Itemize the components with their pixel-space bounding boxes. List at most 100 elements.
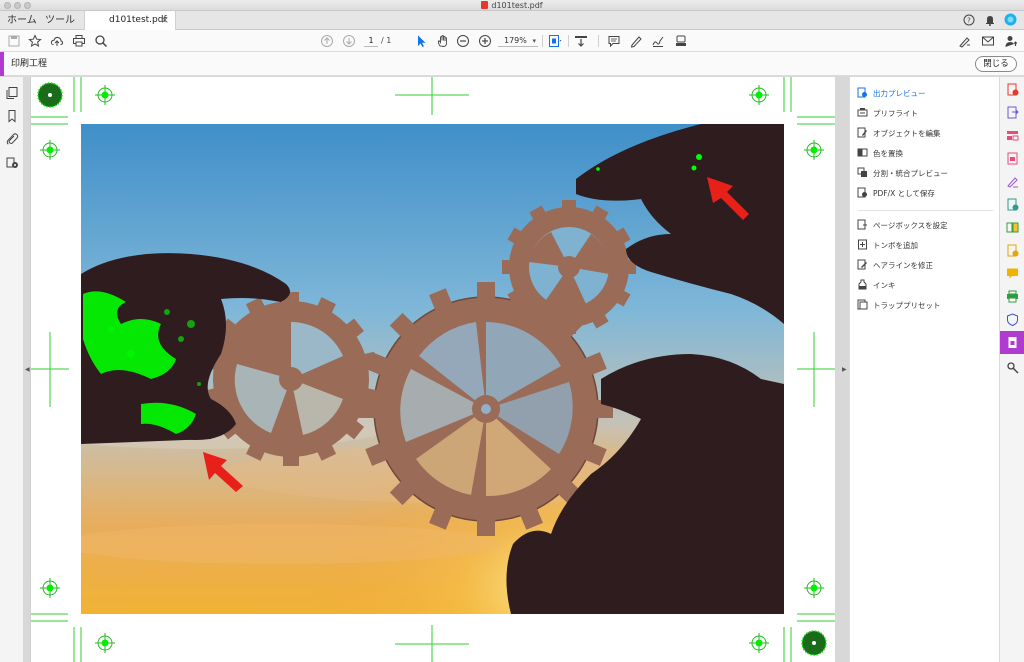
fit-page-icon[interactable] (548, 34, 562, 48)
left-navigation-pane (0, 77, 24, 662)
save-pdfx-icon (857, 187, 868, 198)
help-icon[interactable]: ? (963, 14, 975, 29)
comment-icon[interactable] (607, 34, 621, 48)
tool-trap-presets[interactable]: トラッププリセット (857, 299, 941, 313)
close-tab-icon[interactable]: × (161, 11, 169, 30)
save-icon[interactable] (7, 34, 21, 48)
replace-color-icon (857, 147, 868, 158)
layers-settings-icon[interactable] (5, 155, 19, 169)
tool-preflight[interactable]: プリフライト (857, 107, 918, 121)
preflight-icon (857, 107, 868, 118)
pdf-file-icon (481, 1, 489, 9)
tool-label: オブジェクトを編集 (873, 129, 941, 138)
select-cursor-icon[interactable] (414, 34, 428, 48)
toolbar-divider (568, 35, 569, 47)
trap-presets-icon (857, 299, 868, 310)
tool-label: PDF/X として保存 (873, 189, 935, 198)
next-page-icon[interactable] (342, 34, 356, 48)
tab-tools[interactable]: ツール (45, 11, 75, 30)
create-pdf-icon[interactable] (1006, 83, 1019, 96)
bookmark-icon[interactable] (5, 109, 19, 123)
star-icon[interactable] (28, 34, 42, 48)
comment-tool-icon[interactable] (1006, 267, 1019, 280)
document-tab-label: d101test.pdf (109, 15, 167, 25)
tab-document[interactable]: d101test.pdf × (84, 11, 176, 31)
tool-label: ヘアラインを修正 (873, 261, 933, 270)
previous-page-icon[interactable] (320, 34, 334, 48)
print-production-panel: 出力プレビュー プリフライト オブジェクトを編集 色を置換 分割・統合プレビュー… (849, 77, 999, 662)
set-page-boxes-icon (857, 219, 868, 230)
tool-label: プリフライト (873, 109, 918, 118)
tool-edit-object[interactable]: オブジェクトを編集 (857, 127, 941, 141)
zoom-level-select[interactable]: 179% ▾ (498, 35, 538, 47)
fill-sign-icon[interactable] (958, 34, 972, 48)
page-number-input[interactable]: 1 (364, 35, 378, 47)
tool-label: インキ (873, 281, 896, 290)
close-tool-button[interactable]: 閉じる (975, 56, 1017, 72)
tab-home[interactable]: ホーム (7, 11, 37, 30)
avatar[interactable] (1004, 13, 1017, 29)
attachment-icon[interactable] (5, 132, 19, 146)
toolbar-divider (598, 35, 599, 47)
edit-pdf-icon[interactable] (1006, 152, 1019, 165)
collapse-right-pane-icon[interactable]: ▶ (842, 365, 847, 375)
panel-divider (858, 210, 993, 211)
print-tool-icon[interactable] (1006, 290, 1019, 303)
tool-output-preview[interactable]: 出力プレビュー (857, 87, 926, 101)
print-icon[interactable] (72, 34, 86, 48)
gears-photo (81, 124, 784, 614)
protect-shield-icon[interactable] (1006, 313, 1019, 326)
sign-icon[interactable] (651, 34, 665, 48)
organize-pages-icon[interactable] (1006, 129, 1019, 142)
tool-label: 出力プレビュー (873, 89, 926, 98)
edit-object-icon (857, 127, 868, 138)
hand-tool-icon[interactable] (436, 34, 450, 48)
tool-accent-bar (0, 52, 4, 76)
tool-add-printer-marks[interactable]: トンボを追加 (857, 239, 918, 253)
flattener-preview-icon (857, 167, 868, 178)
rich-media-icon[interactable] (1006, 244, 1019, 257)
toolbar-divider (542, 35, 543, 47)
stamp-icon[interactable] (674, 34, 688, 48)
print-production-header: 印刷工程 閉じる (0, 52, 1024, 76)
tool-set-page-boxes[interactable]: ページボックスを設定 (857, 219, 948, 233)
share-user-icon[interactable] (1004, 34, 1018, 48)
zoom-out-icon[interactable] (456, 34, 470, 48)
highlight-pen-icon[interactable] (629, 34, 643, 48)
tool-label: トンボを追加 (873, 241, 918, 250)
document-canvas[interactable] (30, 77, 835, 662)
output-preview-icon (857, 87, 868, 98)
tool-label: トラッププリセット (873, 301, 941, 310)
compare-files-icon[interactable] (1006, 221, 1019, 234)
send-for-signature-icon[interactable] (1006, 198, 1019, 211)
chevron-down-icon: ▾ (532, 37, 536, 45)
window-title-wrap: d101test.pdf (0, 0, 1024, 11)
zoom-level-value: 179% (504, 36, 527, 45)
main-toolbar: 1 / 1 179% ▾ (0, 30, 1024, 52)
svg-text:?: ? (967, 17, 971, 25)
zoom-search-icon[interactable] (94, 34, 108, 48)
ink-icon (857, 279, 868, 290)
print-production-icon[interactable] (1006, 336, 1019, 349)
tool-label: 色を置換 (873, 149, 903, 158)
more-tools-icon[interactable] (1006, 361, 1019, 374)
tool-label: 分割・統合プレビュー (873, 169, 948, 178)
fill-and-sign-icon[interactable] (1006, 175, 1019, 188)
fix-hairlines-icon (857, 259, 868, 270)
page-thumbnails-icon[interactable] (5, 86, 19, 100)
tool-replace-color[interactable]: 色を置換 (857, 147, 903, 161)
email-icon[interactable] (981, 34, 995, 48)
export-pdf-icon[interactable] (1006, 106, 1019, 119)
tool-save-pdfx[interactable]: PDF/X として保存 (857, 187, 935, 201)
scroll-mode-icon[interactable] (574, 34, 588, 48)
tool-flattener-preview[interactable]: 分割・統合プレビュー (857, 167, 948, 181)
tools-rail (999, 77, 1024, 662)
tool-fix-hairlines[interactable]: ヘアラインを修正 (857, 259, 933, 273)
page-total: / 1 (381, 36, 392, 45)
tool-label: ページボックスを設定 (873, 221, 948, 230)
tool-ink[interactable]: インキ (857, 279, 896, 293)
cloud-upload-icon[interactable] (50, 34, 64, 48)
add-printer-marks-icon (857, 239, 868, 250)
bell-icon[interactable] (984, 14, 996, 29)
zoom-in-icon[interactable] (478, 34, 492, 48)
